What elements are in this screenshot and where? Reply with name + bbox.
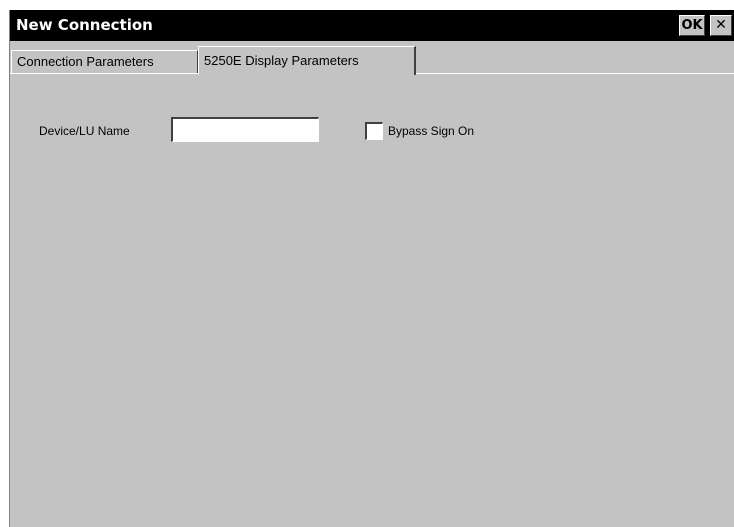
tab-strip: Connection Parameters 5250E Display Para… [10,46,734,75]
device-lu-name-input[interactable] [171,117,319,142]
bypass-sign-on-checkbox[interactable] [365,122,383,140]
title-bar: New Connection OK ✕ [10,10,734,41]
close-button[interactable]: ✕ [710,15,732,36]
tab-divider [416,73,734,74]
ok-button[interactable]: OK [679,15,705,36]
close-icon: ✕ [715,17,727,33]
tab-connection-parameters[interactable]: Connection Parameters [11,50,198,74]
tab-divider [10,73,199,74]
window-title: New Connection [16,16,153,34]
bypass-sign-on-label[interactable]: Bypass Sign On [388,124,474,138]
device-lu-name-label: Device/LU Name [39,124,130,138]
tab-5250e-display-parameters[interactable]: 5250E Display Parameters [198,46,416,75]
new-connection-dialog: New Connection OK ✕ Connection Parameter… [9,10,734,527]
